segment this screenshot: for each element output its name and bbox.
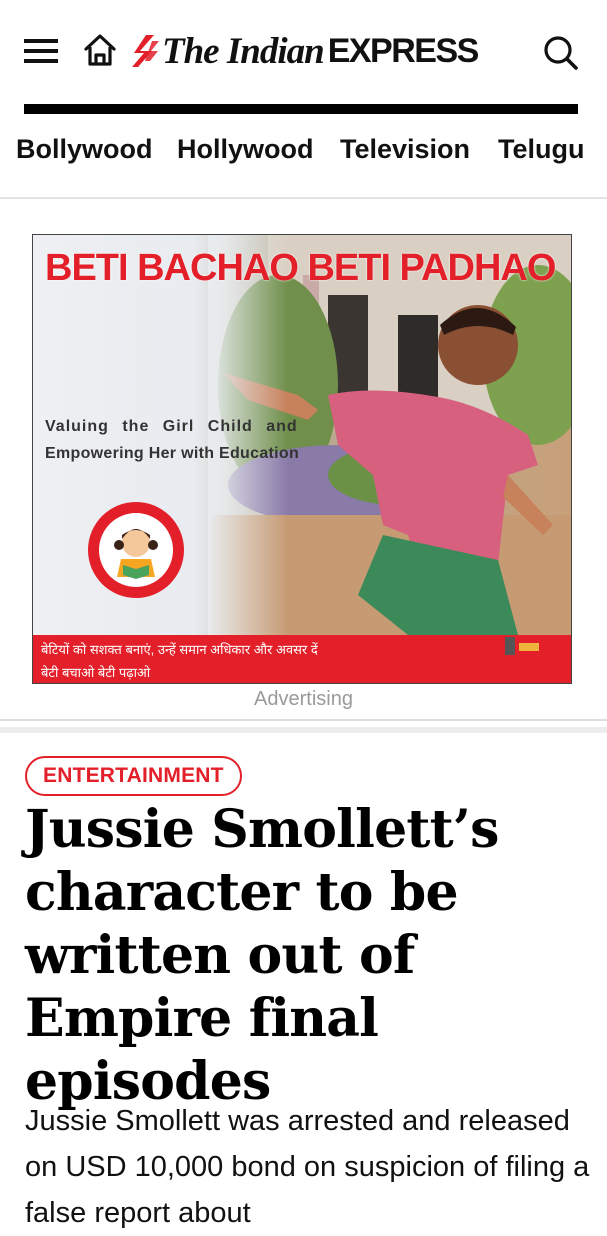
section-nav: Bollywood Hollywood Television Telugu bbox=[0, 120, 607, 182]
site-header: The Indian EXPRESS bbox=[0, 0, 607, 104]
advertisement-banner[interactable]: BETI BACHAO BETI PADHAO Valuing the Girl… bbox=[32, 234, 572, 684]
express-logo-mark-icon bbox=[132, 35, 159, 67]
government-emblem-icon bbox=[505, 637, 539, 655]
article-summary: Jussie Smollett was arrested and release… bbox=[25, 1105, 590, 1229]
advertising-label: Advertising bbox=[254, 688, 353, 710]
hamburger-menu-icon[interactable] bbox=[24, 38, 58, 64]
site-logo[interactable]: The Indian EXPRESS bbox=[132, 28, 480, 74]
search-icon[interactable] bbox=[542, 34, 578, 70]
ad-hindi-line-2: बेटी बचाओ बेटी पढ़ाओ bbox=[41, 665, 151, 680]
home-icon[interactable] bbox=[82, 32, 118, 68]
ad-tagline-2: Empowering Her with Education bbox=[45, 445, 300, 462]
logo-text-express: EXPRESS bbox=[327, 31, 480, 70]
nav-item-bollywood[interactable]: Bollywood bbox=[16, 134, 153, 165]
article-headline: Jussie Smollett’s character to be writte… bbox=[25, 799, 499, 1112]
beti-bachao-emblem-icon bbox=[88, 502, 184, 598]
ad-headline: BETI BACHAO BETI PADHAO bbox=[45, 247, 556, 289]
section-separator bbox=[0, 719, 607, 721]
logo-text-the-indian: The Indian bbox=[162, 30, 325, 72]
ad-tagline-1: Valuing the Girl Child and bbox=[45, 418, 298, 435]
section-separator-band bbox=[0, 727, 607, 733]
ad-hindi-line-1: बेटियों को सशक्त बनाएं, उन्हें समान अधिक… bbox=[41, 642, 318, 657]
nav-item-telugu[interactable]: Telugu bbox=[498, 134, 584, 165]
section-badge[interactable]: ENTERTAINMENT bbox=[25, 756, 242, 796]
nav-divider bbox=[0, 197, 607, 199]
nav-item-hollywood[interactable]: Hollywood bbox=[177, 134, 314, 165]
header-divider bbox=[24, 104, 578, 114]
nav-item-television[interactable]: Television bbox=[340, 134, 470, 165]
